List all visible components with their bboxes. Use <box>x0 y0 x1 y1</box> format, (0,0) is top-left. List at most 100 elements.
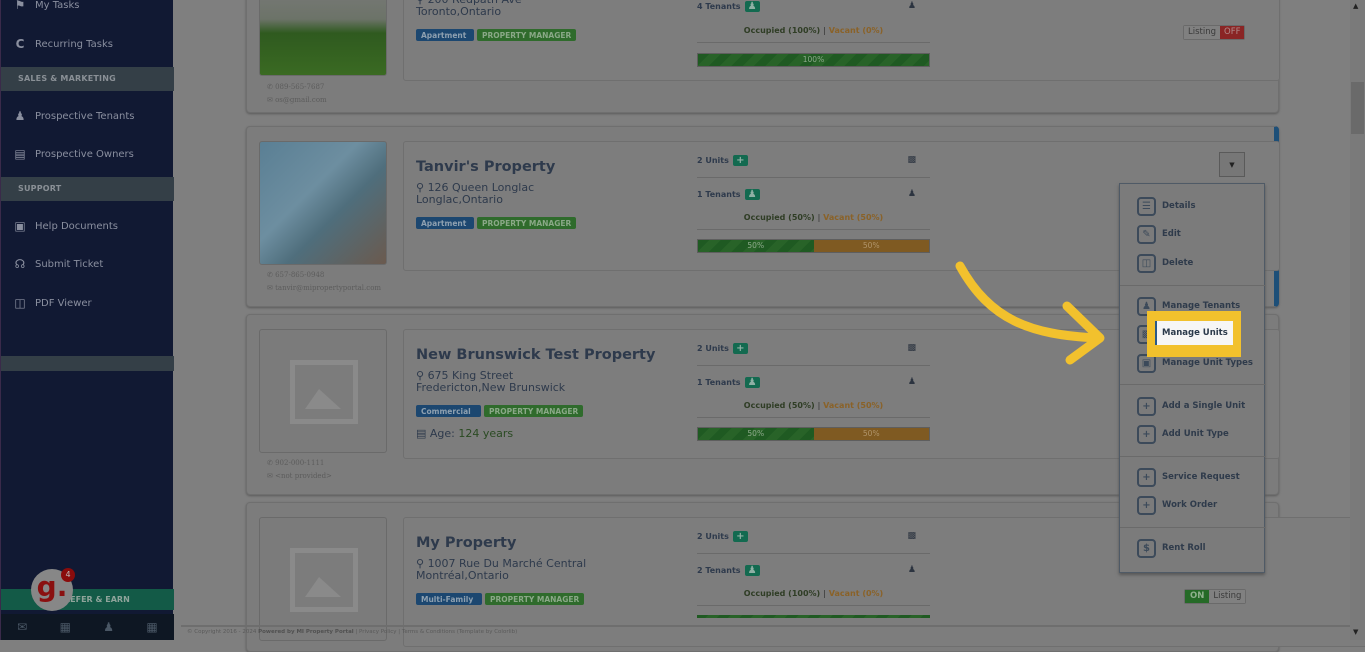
property-address: ⚲ 675 King Street Fredericton,New Brunswi… <box>416 369 566 394</box>
vacant-bar-segment: 50% <box>813 240 929 252</box>
section-sales-marketing: SALES & MARKETING <box>1 67 174 91</box>
property-type-tag: Apartment <box>416 217 474 229</box>
menu-item-add-single-unit[interactable]: + Add a Single Unit <box>1120 393 1266 419</box>
users-icon: ♟ <box>907 189 916 199</box>
footer-template-credit: (Template by Colorlib) <box>456 629 518 635</box>
add-unit-button[interactable]: + <box>732 342 748 354</box>
dollar-icon: $ <box>1137 538 1156 558</box>
sidebar-item-help-documents[interactable]: ▣ Help Documents <box>1 207 174 245</box>
sidebar-item-label: Recurring Tasks <box>35 38 113 50</box>
building-icon: ▩ <box>907 343 916 353</box>
add-unit-button[interactable]: + <box>732 154 748 166</box>
page-scrollbar[interactable]: ▲ ▼ <box>1350 0 1365 640</box>
add-tenant-button[interactable]: ♟ <box>744 0 760 12</box>
add-tenant-button[interactable]: ♟ <box>744 564 760 576</box>
sidebar-item-my-tasks[interactable]: ⚑ My Tasks <box>1 0 174 24</box>
occupied-bar-segment: 100% <box>698 54 929 66</box>
listing-label: Listing <box>1184 26 1221 39</box>
property-name[interactable]: Tanvir's Property <box>416 159 555 175</box>
menu-item-label: Service Request <box>1162 472 1240 482</box>
sidebar-item-recurring-tasks[interactable]: C Recurring Tasks <box>1 25 174 63</box>
menu-item-edit[interactable]: ✎ Edit <box>1120 221 1266 247</box>
role-tag: PROPERTY MANAGER <box>477 217 577 229</box>
notification-count-badge: 4 <box>61 568 75 582</box>
property-email: ✉ <not provided> <box>267 472 332 480</box>
users-icon: ♟ <box>907 1 916 11</box>
add-unit-button[interactable]: + <box>732 530 748 542</box>
footer-terms-link[interactable]: Terms & Conditions <box>402 629 455 635</box>
calculator-icon[interactable]: ▦ <box>146 620 157 634</box>
caret-down-icon: ▼ <box>1229 161 1235 169</box>
image-placeholder-icon <box>290 548 358 612</box>
property-phone: ✆ 657-865-0948 <box>267 271 325 279</box>
property-name[interactable]: New Brunswick Test Property <box>416 347 655 363</box>
list-icon: ☰ <box>1137 196 1156 216</box>
section-support: SUPPORT <box>1 177 174 201</box>
scroll-down-icon[interactable]: ▼ <box>1353 628 1358 636</box>
property-photo-placeholder[interactable] <box>259 517 387 641</box>
listing-state: ON <box>1185 590 1210 603</box>
property-age: ▤ Age: 124 years <box>416 427 514 440</box>
property-card: ✆ 089-565-7687 ✉ os@gmail.com ⚲ 200 Redp… <box>246 0 1280 113</box>
role-tag: PROPERTY MANAGER <box>477 29 577 41</box>
id-card-icon: ▤ <box>14 147 26 161</box>
pencil-icon: ✎ <box>1137 224 1156 244</box>
sidebar-item-label: PDF Viewer <box>35 297 92 309</box>
scroll-up-icon[interactable]: ▲ <box>1353 2 1358 10</box>
vacant-bar-segment: 50% <box>813 428 929 440</box>
property-photo[interactable] <box>259 141 387 265</box>
footer-copyright: © Copyright 2016 - 2024 <box>187 629 257 635</box>
headphones-icon: ☊ <box>14 257 26 271</box>
sidebar-item-prospective-tenants[interactable]: ♟ Prospective Tenants <box>1 97 174 135</box>
scroll-thumb[interactable] <box>1351 82 1364 134</box>
menu-item-label: Manage Tenants <box>1162 301 1241 311</box>
menu-item-delete[interactable]: ◫ Delete <box>1120 250 1266 276</box>
property-name[interactable]: My Property <box>416 535 516 551</box>
calendar-icon: ▤ <box>416 427 427 440</box>
refer-and-earn-button[interactable]: REFER & EARN <box>1 589 174 610</box>
property-address: ⚲ 1007 Rue Du Marché Central Montréal,Ont… <box>416 557 587 582</box>
plus-icon: + <box>1137 495 1156 515</box>
footer-privacy-link[interactable]: Privacy Policy <box>359 629 396 635</box>
sidebar-bottom-bar: ✉ ▦ ♟ ▦ <box>1 614 174 640</box>
menu-item-rent-roll[interactable]: $ Rent Roll <box>1120 535 1266 561</box>
occupancy-summary: Occupied (100%) | Vacant (0%) <box>743 589 884 598</box>
trash-icon: ◫ <box>1137 253 1156 273</box>
listing-toggle[interactable]: ON Listing <box>1184 589 1247 604</box>
menu-item-work-order[interactable]: + Work Order <box>1120 492 1266 518</box>
property-actions-menu: ☰Details ✎Edit ◫Delete ♟Manage Tenants ▩… <box>1119 183 1266 573</box>
footer-powered-by[interactable]: Powered by MI Property Portal <box>258 629 354 635</box>
menu-item-label: Edit <box>1162 229 1181 239</box>
briefcase-icon[interactable]: ▦ <box>60 620 71 634</box>
listing-state: OFF <box>1220 26 1245 39</box>
highlighted-manage-units[interactable]: Manage Units <box>1155 321 1233 345</box>
units-count: 2 Units <box>697 343 729 353</box>
menu-item-service-request[interactable]: + Service Request <box>1120 464 1266 490</box>
listing-toggle[interactable]: Listing OFF <box>1183 25 1246 40</box>
property-type-tag: Commercial <box>416 405 481 417</box>
envelope-icon[interactable]: ✉ <box>17 620 27 634</box>
property-actions-dropdown-toggle[interactable]: ▼ <box>1219 152 1245 177</box>
occupied-bar-segment: 50% <box>698 428 814 440</box>
menu-item-add-unit-type[interactable]: + Add Unit Type <box>1120 421 1266 447</box>
tenants-row: 4 Tenants ♟ ♟ <box>697 0 930 13</box>
menu-item-label: Delete <box>1162 258 1194 268</box>
units-row: 2 Units + ▩ <box>697 153 930 167</box>
sidebar-item-pdf-viewer[interactable]: ◫ PDF Viewer <box>1 284 174 322</box>
occupancy-summary: Occupied (50%) | Vacant (50%) <box>743 401 884 410</box>
tenants-row: 1 Tenants ♟ ♟ <box>697 187 930 201</box>
tutorial-highlight: Manage Units <box>1147 311 1241 357</box>
listing-label: Listing <box>1209 590 1246 603</box>
property-photo-placeholder[interactable] <box>259 329 387 453</box>
units-count: 2 Units <box>697 155 729 165</box>
property-photo[interactable] <box>259 0 387 76</box>
add-tenant-button[interactable]: ♟ <box>744 188 760 200</box>
menu-item-details[interactable]: ☰ Details <box>1120 193 1266 219</box>
sidebar-item-prospective-owners[interactable]: ▤ Prospective Owners <box>1 135 174 173</box>
sidebar-divider <box>1 356 174 371</box>
sidebar-item-submit-ticket[interactable]: ☊ Submit Ticket <box>1 245 174 283</box>
menu-item-label: Work Order <box>1162 500 1218 510</box>
occupied-bar-segment: 50% <box>698 240 814 252</box>
add-tenant-button[interactable]: ♟ <box>744 376 760 388</box>
user-icon[interactable]: ♟ <box>103 620 114 634</box>
